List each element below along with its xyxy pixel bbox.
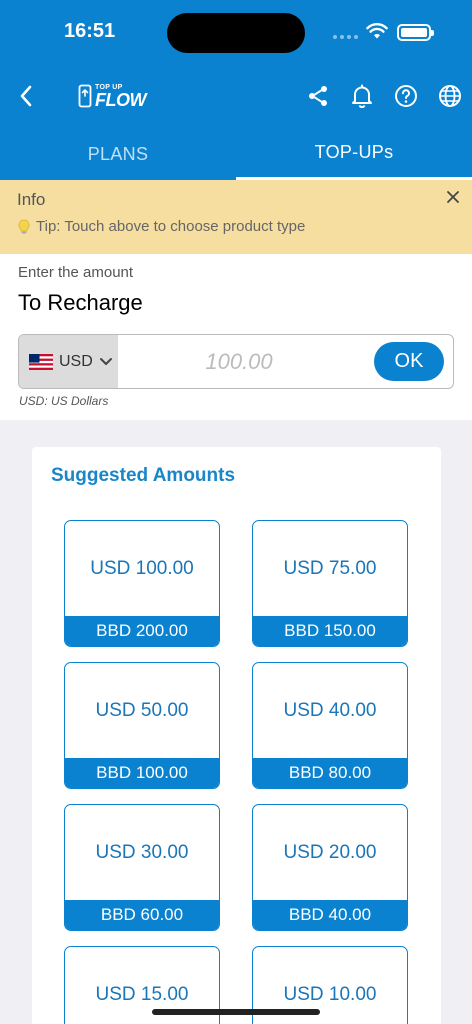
help-icon — [395, 85, 417, 107]
info-tip: Tip: Touch above to choose product type — [18, 218, 305, 235]
wifi-icon — [366, 23, 388, 39]
bell-icon — [352, 84, 372, 108]
amount-option[interactable]: USD 100.00 BBD 200.00 — [64, 520, 220, 647]
amount-option[interactable]: USD 75.00 BBD 150.00 — [252, 520, 408, 647]
info-tip-text: Tip: Touch above to choose product type — [36, 218, 306, 235]
amount-input[interactable] — [124, 348, 354, 375]
globe-icon — [439, 85, 461, 107]
amount-option-local: BBD 80.00 — [253, 758, 407, 788]
amount-option-local: BBD 100.00 — [65, 758, 219, 788]
chevron-down-icon — [99, 358, 112, 365]
status-bar: 16:51 — [0, 0, 472, 64]
dynamic-island — [167, 13, 305, 53]
ok-button[interactable]: OK — [374, 342, 444, 381]
currency-note: USD: US Dollars — [19, 394, 109, 408]
logo-big-text: FLOW — [95, 89, 146, 110]
signal-icon — [333, 35, 358, 39]
amount-option-usd: USD 75.00 — [283, 558, 377, 579]
amount-option-usd: USD 100.00 — [90, 558, 194, 579]
amount-section: Enter the amount To Recharge USD OK USD:… — [0, 254, 472, 420]
phone-icon — [78, 84, 92, 108]
app-header: TOP UP FLOW PLANS TOP-UPs — [0, 64, 472, 180]
amount-option-local: BBD 60.00 — [65, 900, 219, 930]
tab-topups[interactable]: TOP-UPs — [236, 128, 472, 180]
amount-option[interactable]: USD 20.00 BBD 40.00 — [252, 804, 408, 931]
back-icon — [20, 85, 32, 107]
amount-option-local: BBD 40.00 — [253, 900, 407, 930]
amount-label: Enter the amount — [18, 264, 134, 281]
back-button[interactable] — [12, 80, 40, 112]
amount-title: To Recharge — [18, 290, 143, 315]
info-title: Info — [17, 190, 46, 209]
notifications-button[interactable] — [346, 80, 378, 112]
share-icon — [309, 86, 327, 106]
amount-option-local: BBD 150.00 — [253, 616, 407, 646]
close-icon[interactable] — [446, 190, 460, 204]
info-banner: Info Tip: Touch above to choose product … — [0, 180, 472, 254]
product-tabs: PLANS TOP-UPs — [0, 128, 472, 180]
amount-option[interactable]: USD 40.00 BBD 80.00 — [252, 662, 408, 789]
currency-code: USD — [59, 352, 93, 370]
status-time: 16:51 — [64, 20, 116, 42]
currency-select[interactable]: USD — [19, 335, 118, 388]
app-logo: TOP UP FLOW — [78, 82, 146, 110]
amount-field: USD OK — [18, 334, 454, 389]
help-button[interactable] — [390, 80, 422, 112]
suggested-amounts-title: Suggested Amounts — [51, 465, 236, 486]
amount-option[interactable]: USD 50.00 BBD 100.00 — [64, 662, 220, 789]
amount-option-usd: USD 20.00 — [283, 842, 377, 863]
battery-icon — [397, 24, 434, 41]
tab-plans[interactable]: PLANS — [0, 128, 236, 180]
suggested-amounts-card: Suggested Amounts USD 100.00 BBD 200.00 … — [32, 447, 441, 1024]
home-indicator[interactable] — [152, 1009, 320, 1015]
amount-option-usd: USD 40.00 — [283, 700, 377, 721]
lightbulb-icon — [18, 219, 30, 233]
language-button[interactable] — [434, 80, 466, 112]
amount-option-usd: USD 30.00 — [95, 842, 189, 863]
amount-option[interactable]: USD 30.00 BBD 60.00 — [64, 804, 220, 931]
amount-option-local: BBD 200.00 — [65, 616, 219, 646]
amount-option-usd: USD 50.00 — [95, 700, 189, 721]
us-flag-icon — [29, 353, 53, 370]
share-button[interactable] — [302, 80, 334, 112]
